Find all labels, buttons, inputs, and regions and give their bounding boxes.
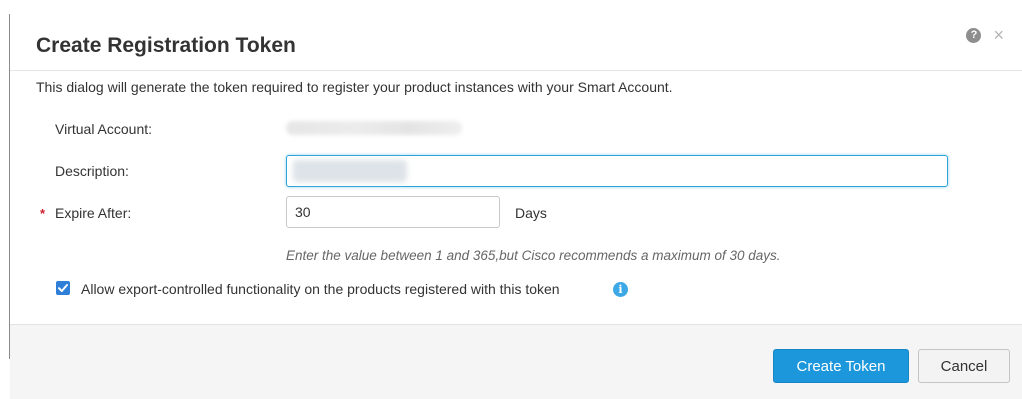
- export-controlled-checkbox[interactable]: [56, 281, 70, 295]
- info-icon[interactable]: i: [613, 282, 628, 297]
- dialog-header-actions: ? ×: [966, 26, 1004, 44]
- help-icon[interactable]: ?: [966, 28, 982, 43]
- virtual-account-value-redacted: [286, 121, 462, 135]
- close-icon[interactable]: ×: [993, 26, 1004, 44]
- check-icon: [58, 284, 68, 292]
- description-input[interactable]: [287, 156, 947, 186]
- background-window-edge: [0, 0, 10, 399]
- create-token-button[interactable]: Create Token: [773, 349, 909, 383]
- dialog-title: Create Registration Token: [36, 34, 296, 57]
- description-label: Description:: [55, 163, 129, 179]
- create-registration-token-dialog: Create Registration Token ? × This dialo…: [10, 0, 1022, 399]
- expire-after-input[interactable]: [286, 196, 500, 228]
- expire-hint-text: Enter the value between 1 and 365,but Ci…: [286, 248, 781, 263]
- expire-after-label: Expire After:: [55, 205, 132, 221]
- dialog-intro-text: This dialog will generate the token requ…: [36, 79, 673, 95]
- dialog-footer: Create Token Cancel: [10, 324, 1022, 399]
- export-controlled-label[interactable]: Allow export-controlled functionality on…: [81, 281, 560, 297]
- page: Create Registration Token ? × This dialo…: [0, 0, 1022, 399]
- header-divider: [10, 70, 1022, 71]
- cancel-button[interactable]: Cancel: [918, 349, 1010, 383]
- description-field-wrapper: [286, 155, 948, 187]
- virtual-account-label: Virtual Account:: [55, 121, 153, 137]
- expire-unit-label: Days: [515, 205, 547, 221]
- required-marker: *: [40, 206, 46, 221]
